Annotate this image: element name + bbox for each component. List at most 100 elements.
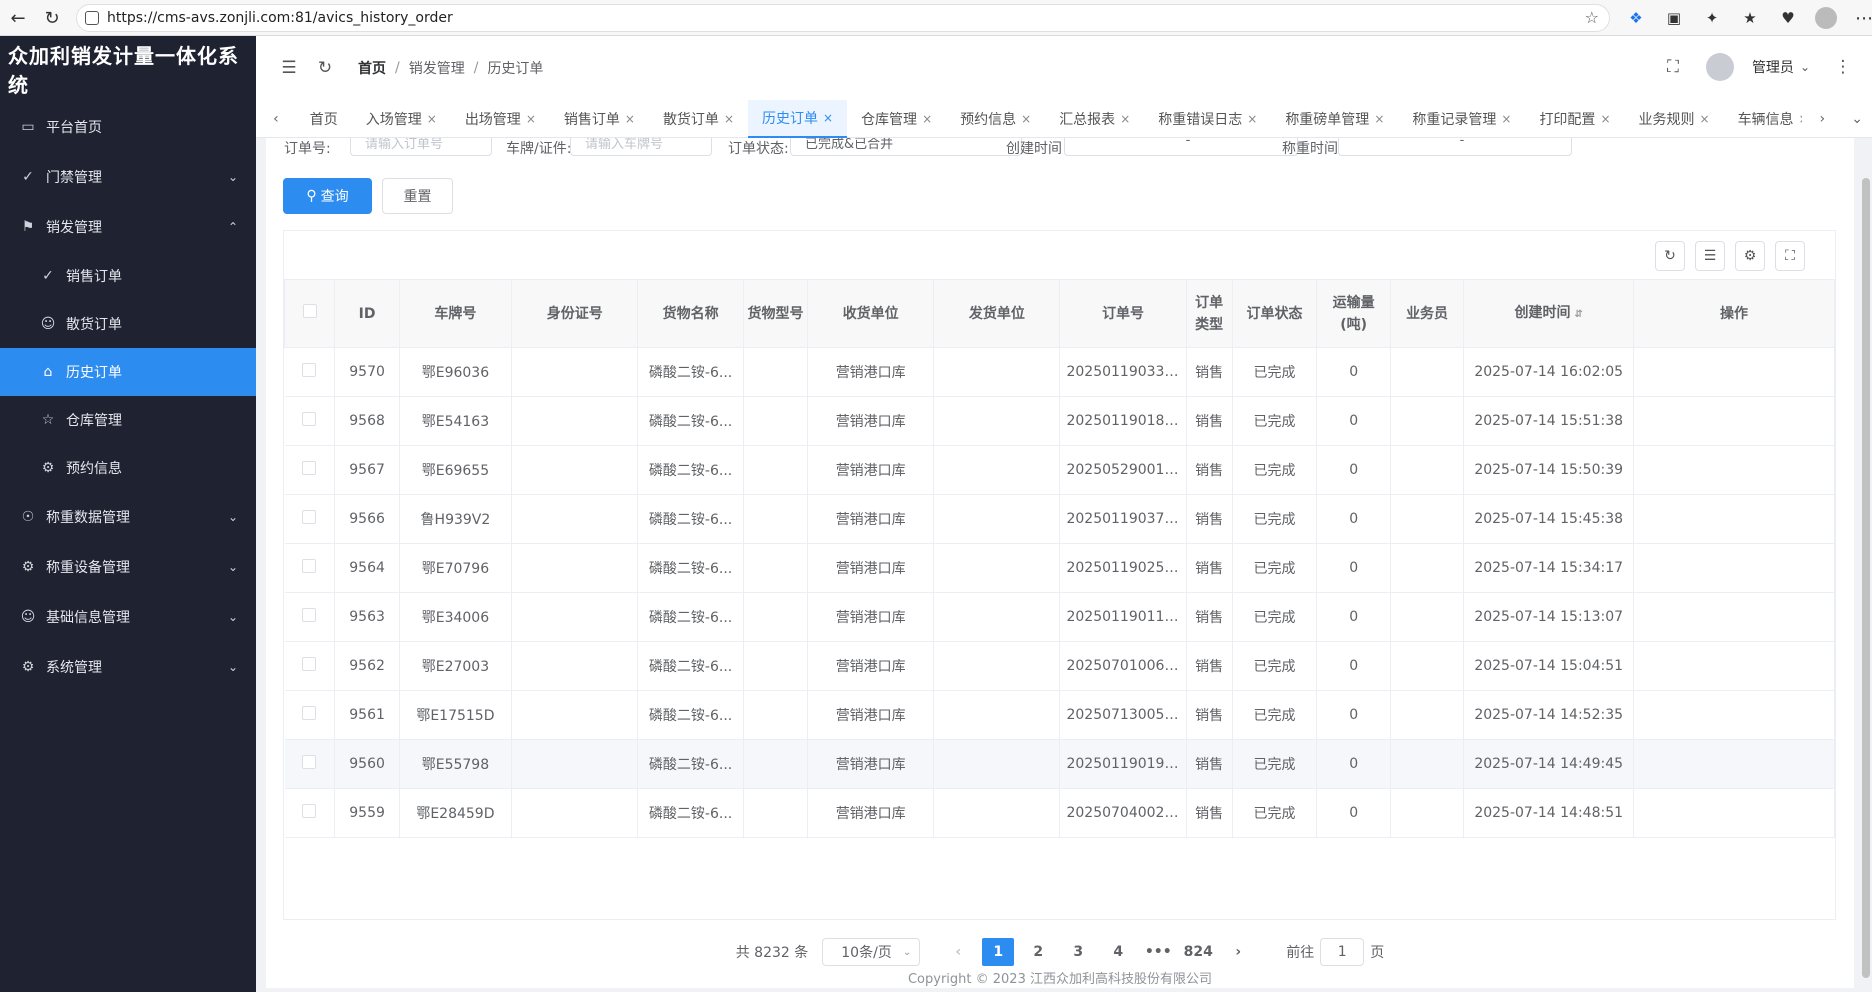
breadcrumb-sales[interactable]: 销发管理 bbox=[409, 58, 465, 78]
page-button[interactable]: 1 bbox=[982, 938, 1015, 966]
row-checkbox[interactable] bbox=[302, 804, 317, 818]
row-checkbox[interactable] bbox=[302, 363, 317, 377]
page-button[interactable]: 2 bbox=[1022, 938, 1054, 966]
sidebar-item-system[interactable]: ⚙ 系统管理 ⌄ bbox=[0, 642, 256, 692]
close-icon[interactable]: × bbox=[1600, 112, 1610, 126]
tab-scroll-right-icon[interactable]: › bbox=[1802, 100, 1842, 138]
table-row[interactable]: 9561鄂E17515D 磷酸二铵-6... 营销港口库 20250713005000… bbox=[284, 690, 1835, 740]
page-button[interactable]: 4 bbox=[1102, 938, 1134, 966]
close-icon[interactable]: × bbox=[922, 112, 932, 126]
status-select[interactable]: 已完成&已合并 bbox=[790, 138, 1022, 156]
more-pages-icon[interactable]: ••• bbox=[1142, 938, 1174, 966]
tab-item[interactable]: 预约信息 × bbox=[946, 100, 1045, 138]
table-row[interactable]: 9564鄂E70796 磷酸二铵-6... 营销港口库 202501190250056… bbox=[284, 543, 1835, 593]
close-icon[interactable]: × bbox=[1501, 112, 1511, 126]
row-checkbox[interactable] bbox=[302, 755, 317, 769]
tab-item[interactable]: 称重错误日志 × bbox=[1144, 100, 1271, 138]
plate-input[interactable]: 请输入车牌号 bbox=[570, 138, 712, 156]
row-checkbox-cell[interactable] bbox=[284, 641, 336, 691]
tab-item[interactable]: 出场管理 × bbox=[451, 100, 550, 138]
close-icon[interactable]: × bbox=[1120, 112, 1130, 126]
close-icon[interactable]: × bbox=[823, 111, 833, 125]
reload-icon[interactable]: ↻ bbox=[38, 4, 66, 32]
tab-item[interactable]: 历史订单 × bbox=[748, 99, 848, 138]
refresh-icon[interactable]: ↻ bbox=[310, 53, 340, 83]
sidebar-item-home[interactable]: ▭ 平台首页 bbox=[0, 102, 256, 152]
table-row[interactable]: 9570鄂E96036 磷酸二铵-6... 营销港口库 202501190330055… bbox=[284, 347, 1835, 397]
settings-icon[interactable]: ⚙ bbox=[1735, 241, 1765, 271]
chevron-down-icon[interactable]: ⌄ bbox=[1800, 60, 1810, 74]
row-checkbox[interactable] bbox=[302, 461, 317, 475]
page-button[interactable]: 824 bbox=[1182, 938, 1214, 966]
reset-button[interactable]: 重置 bbox=[382, 178, 453, 214]
row-checkbox-cell[interactable] bbox=[284, 445, 336, 495]
fullscreen-icon[interactable]: ⛶ bbox=[1658, 52, 1688, 82]
bookmark-star-icon[interactable]: ☆ bbox=[1585, 8, 1599, 27]
columns-icon[interactable]: ☰ bbox=[1695, 241, 1725, 271]
page-size-select[interactable]: 10条/页 ⌄ bbox=[822, 938, 921, 966]
row-checkbox-cell[interactable] bbox=[284, 788, 336, 838]
tab-item[interactable]: 首页 bbox=[296, 100, 352, 138]
order-no-input[interactable]: 请输入订单号 bbox=[350, 138, 492, 156]
tab-item[interactable]: 称重磅单管理 × bbox=[1271, 100, 1398, 138]
prev-page-icon[interactable]: ‹ bbox=[942, 938, 974, 966]
row-checkbox[interactable] bbox=[302, 412, 317, 426]
menu-collapse-icon[interactable]: ☰ bbox=[274, 53, 304, 83]
row-checkbox[interactable] bbox=[302, 559, 317, 573]
page-button[interactable]: 3 bbox=[1062, 938, 1094, 966]
table-row[interactable]: 9566鲁H939V2 磷酸二铵-6... 营销港口库 202501190370051… bbox=[284, 494, 1835, 544]
select-all-checkbox-cell[interactable] bbox=[283, 279, 336, 348]
tab-scroll-left-icon[interactable]: ‹ bbox=[256, 100, 296, 138]
extensions-puzzle-icon[interactable]: ✦ bbox=[1698, 4, 1726, 32]
back-icon[interactable]: ← bbox=[4, 4, 32, 32]
page-scrollbar[interactable] bbox=[1862, 178, 1870, 978]
table-row[interactable]: 9560鄂E55798 磷酸二铵-6... 营销港口库 202501190190073… bbox=[284, 739, 1835, 789]
next-page-icon[interactable]: › bbox=[1222, 938, 1254, 966]
sort-icon[interactable]: ⇵ bbox=[1574, 309, 1582, 320]
weigh-time-range[interactable]: - bbox=[1338, 138, 1572, 156]
row-checkbox-cell[interactable] bbox=[284, 739, 336, 789]
profile-icon[interactable] bbox=[1812, 4, 1840, 32]
row-checkbox[interactable] bbox=[302, 608, 317, 622]
goto-page-input[interactable]: 1 bbox=[1320, 938, 1365, 966]
row-checkbox-cell[interactable] bbox=[284, 494, 336, 544]
tab-item[interactable]: 散货订单 × bbox=[649, 100, 748, 138]
row-checkbox-cell[interactable] bbox=[284, 690, 336, 740]
close-icon[interactable]: × bbox=[724, 112, 734, 126]
created-time-range[interactable]: - bbox=[1064, 138, 1298, 156]
query-button[interactable]: ⚲ 查询 bbox=[283, 178, 372, 214]
sidebar-item-warehouse[interactable]: ☆ 仓库管理 bbox=[0, 396, 256, 444]
avatar[interactable] bbox=[1705, 53, 1734, 81]
row-checkbox-cell[interactable] bbox=[284, 543, 336, 593]
address-bar[interactable]: https://cms-avs.zonjli.com:81/avics_hist… bbox=[76, 4, 1610, 32]
fullscreen-icon[interactable]: ⛶ bbox=[1775, 241, 1805, 271]
col-created-time[interactable]: 创建时间 ⇵ bbox=[1463, 279, 1635, 348]
close-icon[interactable]: × bbox=[625, 112, 635, 126]
tab-item[interactable]: 业务规则 × bbox=[1625, 100, 1724, 138]
tab-item[interactable]: 打印配置 × bbox=[1525, 100, 1624, 138]
row-checkbox[interactable] bbox=[302, 657, 317, 671]
browser-menu-icon[interactable]: ⋯ bbox=[1850, 4, 1872, 32]
table-row[interactable]: 9559鄂E28459D 磷酸二铵-6... 营销港口库 20250704002000… bbox=[284, 788, 1835, 838]
close-icon[interactable]: × bbox=[427, 112, 437, 126]
refresh-icon[interactable]: ↻ bbox=[1655, 241, 1685, 271]
table-row[interactable]: 9563鄂E34006 磷酸二铵-6... 营销港口库 202501190110053… bbox=[284, 592, 1835, 642]
tab-item[interactable]: 称重记录管理 × bbox=[1398, 100, 1525, 138]
extension-box-icon[interactable]: ▣ bbox=[1660, 4, 1688, 32]
favorites-icon[interactable]: ★ bbox=[1736, 4, 1764, 32]
sidebar-item-weighing-device[interactable]: ⚙ 称重设备管理 ⌄ bbox=[0, 542, 256, 592]
close-icon[interactable]: × bbox=[1700, 112, 1710, 126]
more-options-icon[interactable]: ⋮ bbox=[1828, 52, 1858, 82]
row-checkbox[interactable] bbox=[302, 706, 317, 720]
user-name[interactable]: 管理员 bbox=[1752, 57, 1794, 77]
select-all-checkbox[interactable] bbox=[302, 303, 317, 318]
tab-item[interactable]: 车辆信息× bbox=[1724, 100, 1803, 138]
tab-dropdown-icon[interactable]: ⌄ bbox=[1842, 100, 1872, 138]
row-checkbox[interactable] bbox=[302, 510, 317, 524]
tab-item[interactable]: 仓库管理 × bbox=[847, 100, 946, 138]
tab-item[interactable]: 销售订单 × bbox=[550, 100, 649, 138]
close-icon[interactable]: × bbox=[1021, 112, 1031, 126]
row-checkbox-cell[interactable] bbox=[284, 396, 336, 446]
sidebar-item-basic-info[interactable]: ☺ 基础信息管理 ⌄ bbox=[0, 592, 256, 642]
table-row[interactable]: 9562鄂E27003 磷酸二铵-6... 营销港口库 202507010060011… bbox=[284, 641, 1835, 691]
